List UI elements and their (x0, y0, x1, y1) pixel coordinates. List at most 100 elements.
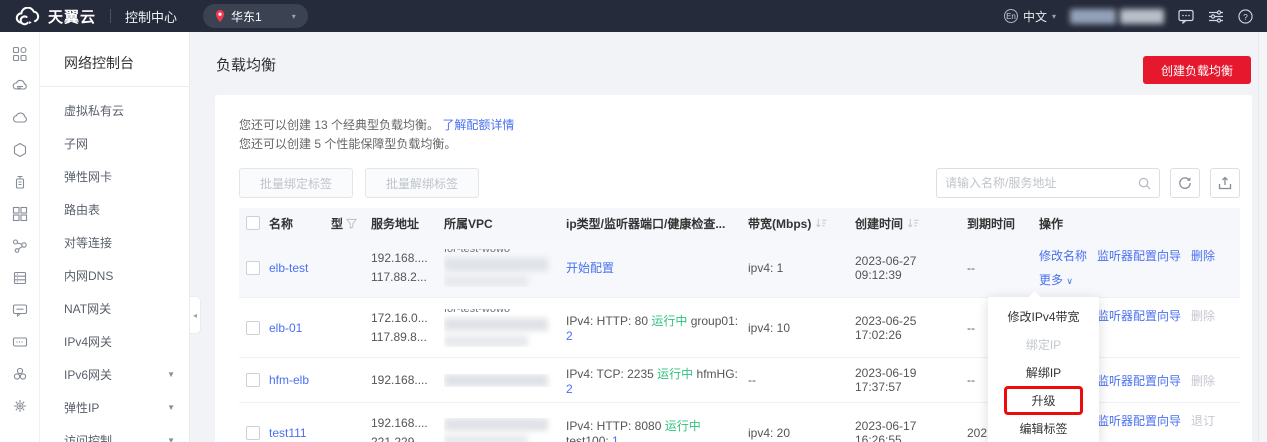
configure-listener-link[interactable]: 开始配置 (566, 261, 614, 275)
sidebar-item-label: 弹性网卡 (64, 170, 113, 184)
sidebar-collapse-handle[interactable]: ◂ (190, 296, 201, 334)
listener-info: IPv4: HTTP: 8080 运行中 test100: 1 (566, 419, 701, 442)
action-listener-wizard[interactable]: 监听器配置向导 (1097, 414, 1181, 428)
brand-title: 天翼云 (48, 8, 97, 26)
settings-gear-icon[interactable] (12, 398, 28, 414)
sidebar-item-internal-dns[interactable]: 内网DNS (40, 259, 189, 292)
sidebar-item-label: 对等连接 (64, 236, 113, 250)
target-count-link[interactable]: 2 (566, 329, 573, 343)
quota-detail-link[interactable]: 了解配额详情 (442, 118, 514, 132)
sidebar-item-label: 子网 (64, 137, 89, 151)
chevron-down-icon: ▼ (167, 403, 175, 412)
row-checkbox[interactable] (246, 373, 260, 387)
bandwidth-value: ipv4: 10 (748, 320, 791, 335)
divider (40, 86, 189, 87)
lb-name-link[interactable]: test111 (269, 426, 307, 440)
row-checkbox[interactable] (246, 260, 260, 275)
select-all-checkbox[interactable] (246, 216, 260, 230)
action-listener-wizard[interactable]: 监听器配置向导 (1097, 309, 1181, 323)
network-icon[interactable] (12, 238, 28, 254)
apps-grid-icon[interactable] (12, 46, 28, 62)
cloud-server-icon[interactable] (12, 78, 28, 94)
target-count-link[interactable]: 2 (566, 382, 573, 396)
col-created: 创建时间 (855, 216, 904, 231)
cloud-icon[interactable] (12, 110, 28, 126)
sidebar-item-ipv4-gateway[interactable]: IPv4网关 (40, 325, 189, 358)
billing-card-icon[interactable] (12, 334, 28, 350)
col-bandwidth: 带宽(Mbps) (748, 216, 812, 231)
batch-bind-tags-button[interactable]: 批量绑定标签 (239, 168, 354, 198)
action-delete[interactable]: 删除 (1191, 249, 1215, 263)
filter-funnel-icon[interactable] (346, 218, 358, 229)
sidebar-item-nat-gateway[interactable]: NAT网关 (40, 292, 189, 325)
menu-item-upgrade[interactable]: 升级 (988, 386, 1099, 415)
message-icon[interactable] (1178, 9, 1194, 24)
chevron-down-icon: ▼ (167, 436, 175, 442)
action-unsubscribe[interactable]: 退订 (1191, 414, 1215, 428)
search-icon[interactable] (1138, 177, 1151, 190)
expire-time: -- (967, 260, 975, 275)
sidebar-item-peering[interactable]: 对等连接 (40, 226, 189, 259)
scrollbar[interactable] (1258, 32, 1267, 442)
host-icon[interactable] (12, 174, 28, 190)
sidebar-item-vpc[interactable]: 虚拟私有云 (40, 94, 189, 127)
message-icon[interactable] (12, 302, 28, 318)
sidebar-item-eip[interactable]: 弹性IP ▼ (40, 391, 189, 424)
lb-name-link[interactable]: hfm-elb (269, 373, 309, 387)
export-button[interactable] (1210, 168, 1240, 198)
lb-name-link[interactable]: elb-01 (269, 321, 302, 335)
action-listener-wizard[interactable]: 监听器配置向导 (1097, 374, 1181, 388)
quota-classic-text: 您还可以创建 13 个经典型负载均衡。 (239, 118, 440, 132)
console-center-link[interactable]: 控制中心 (125, 7, 177, 26)
menu-item-modify-ipv4-bandwidth[interactable]: 修改IPv4带宽 (988, 302, 1099, 330)
batch-unbind-tags-button[interactable]: 批量解绑标签 (365, 168, 480, 198)
server-rack-icon[interactable] (12, 270, 28, 286)
service-address: 192.168.... (371, 415, 428, 430)
quota-info: 您还可以创建 13 个经典型负载均衡。 了解配额详情 您还可以创建 5 个性能保… (239, 116, 1240, 154)
service-address: 221.229.... (371, 434, 428, 442)
action-delete[interactable]: 删除 (1191, 374, 1215, 388)
search-input[interactable] (945, 176, 1138, 190)
sidebar-item-access-control[interactable]: 访问控制 ▼ (40, 424, 189, 442)
service-address: 172.16.0... (371, 310, 428, 325)
row-checkbox[interactable] (246, 425, 260, 440)
sort-icon[interactable] (907, 218, 919, 229)
cluster-icon[interactable] (12, 366, 28, 382)
redacted-vpc (444, 274, 528, 287)
sidebar-item-eni[interactable]: 弹性网卡 (40, 160, 189, 193)
sidebar-item-ipv6-gateway[interactable]: IPv6网关 ▼ (40, 358, 189, 391)
menu-item-edit-tags[interactable]: 编辑标签 (988, 414, 1099, 442)
menu-item-bind-ip: 绑定IP (1025, 337, 1062, 352)
dashboard-grid-icon[interactable] (12, 206, 28, 222)
help-icon[interactable]: ? (1238, 8, 1253, 24)
language-selector[interactable]: En 中文 ▾ (1003, 8, 1056, 25)
vpc-cell (444, 418, 566, 442)
action-delete[interactable]: 删除 (1191, 309, 1215, 323)
sort-icon[interactable] (815, 218, 827, 229)
action-listener-wizard[interactable]: 监听器配置向导 (1097, 249, 1181, 263)
region-selector[interactable]: 华东1 ▾ (203, 4, 308, 28)
create-loadbalancer-button[interactable]: 创建负载均衡 (1142, 56, 1251, 84)
row-checkbox[interactable] (246, 320, 260, 335)
sidebar-item-route-table[interactable]: 路由表 (40, 193, 189, 226)
created-time: 2023-06-19 17:37:57 (855, 366, 917, 394)
chevron-down-icon: ▾ (291, 11, 296, 21)
svg-text:?: ? (1243, 11, 1248, 21)
refresh-button[interactable] (1170, 168, 1200, 198)
target-count-link[interactable]: 1 (612, 434, 619, 442)
sidebar-item-subnet[interactable]: 子网 (40, 127, 189, 160)
container-hex-icon[interactable] (12, 142, 28, 158)
sidebar-item-label: IPv6网关 (64, 368, 113, 382)
sidebar-item-label: 内网DNS (64, 269, 114, 283)
vpc-name: for-test-wowo (444, 308, 511, 315)
more-button[interactable]: 更多 ∨ (1039, 273, 1073, 287)
created-time: 2023-06-27 09:12:39 (855, 253, 917, 282)
menu-item-unbind-ip[interactable]: 解绑IP (988, 358, 1099, 386)
chevron-down-icon: ▼ (167, 370, 175, 379)
user-account[interactable] (1070, 8, 1164, 24)
action-rename[interactable]: 修改名称 (1039, 249, 1087, 263)
settings-sliders-icon[interactable] (1208, 9, 1224, 24)
lb-name-link[interactable]: elb-test (269, 261, 308, 275)
listener-info: IPv4: TCP: 2235 运行中 hfmHG: 2 (566, 366, 738, 396)
col-vpc: 所属VPC (444, 216, 493, 231)
